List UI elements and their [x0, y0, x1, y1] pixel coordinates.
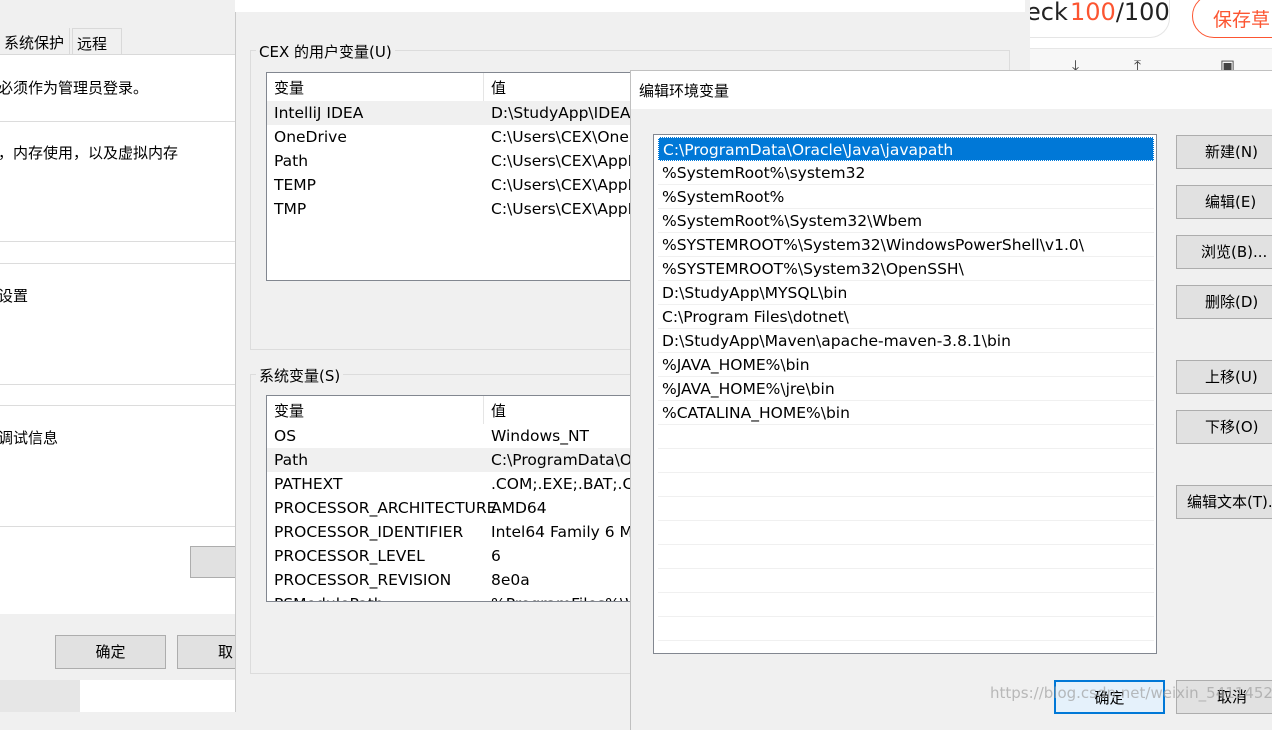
list-item[interactable]: PROCESSOR_LEVEL 6 [267, 544, 635, 568]
divider [0, 526, 236, 527]
path-entry[interactable]: %SystemRoot%\System32\Wbem [658, 209, 1154, 233]
path-entry[interactable]: %SystemRoot%\system32 [658, 161, 1154, 185]
move-up-button[interactable]: 上移(U) [1176, 360, 1272, 394]
startup-recovery-description: 调试信息 [0, 429, 59, 447]
list-item[interactable]: PROCESSOR_IDENTIFIER Intel64 Family 6 Mo [267, 520, 635, 544]
column-header-value[interactable]: 值 [484, 396, 635, 424]
user-variables-title: CEX 的用户变量(U) [256, 41, 395, 62]
window-top-strip [235, 0, 1025, 12]
move-down-button[interactable]: 下移(O) [1176, 410, 1272, 444]
path-entry[interactable]: %SystemRoot% [658, 185, 1154, 209]
new-button[interactable]: 新建(N) [1176, 135, 1272, 169]
column-header-value[interactable]: 值 [484, 73, 635, 101]
empty-row[interactable] [658, 473, 1154, 497]
window-title: 编辑环境变量 [639, 82, 730, 100]
edit-button[interactable]: 编辑(E) [1176, 185, 1272, 219]
divider [0, 121, 236, 122]
list-item[interactable]: PSModulePath%ProgramFiles%\W [267, 592, 635, 601]
article-title-fragment: eck [1026, 0, 1068, 26]
list-header: 变量 值 [267, 73, 635, 101]
path-entry[interactable]: D:\StudyApp\Maven\apache-maven-3.8.1\bin [658, 329, 1154, 353]
list-item[interactable]: PATHEXT .COM;.EXE;.BAT;.CM [267, 472, 635, 496]
divider [0, 405, 236, 406]
environment-variables-button[interactable] [190, 546, 240, 578]
performance-description: ，内存使用，以及虚拟内存 [0, 144, 179, 162]
list-header: 变量 值 [267, 396, 635, 424]
path-entry[interactable]: C:\ProgramData\Oracle\Java\javapath [658, 137, 1154, 161]
empty-row[interactable] [658, 569, 1154, 593]
word-count: 100/100 [1070, 0, 1170, 26]
admin-note: 必须作为管理员登录。 [0, 79, 149, 97]
divider [0, 241, 236, 242]
edit-text-button[interactable]: 编辑文本(T)... [1176, 485, 1272, 519]
empty-row[interactable] [658, 521, 1154, 545]
system-properties-ok-button[interactable]: 确定 [55, 635, 166, 669]
path-entry[interactable]: %SYSTEMROOT%\System32\OpenSSH\ [658, 257, 1154, 281]
system-variables-title: 系统变量(S) [256, 365, 344, 386]
tab-system-protection[interactable]: 系统保护 [0, 28, 70, 55]
path-entry[interactable]: C:\Program Files\dotnet\ [658, 305, 1154, 329]
list-item[interactable]: Path C:\ProgramData\Or [267, 448, 635, 472]
path-entry[interactable]: %CATALINA_HOME%\bin [658, 401, 1154, 425]
browse-button[interactable]: 浏览(B)... [1176, 235, 1272, 269]
list-item[interactable]: PROCESSOR_ARCHITECTURE AMD64 [267, 496, 635, 520]
taskbar-fragment-dark [0, 680, 80, 712]
list-item[interactable]: PROCESSOR_REVISION 8e0a [267, 568, 635, 592]
system-variables-list[interactable]: 变量 值 OS Windows_NT Path C:\ProgramData\Or … [266, 395, 636, 602]
word-count-total: /100 [1115, 0, 1170, 26]
empty-row[interactable] [658, 425, 1154, 449]
save-draft-button[interactable]: 保存草 [1192, 0, 1272, 38]
system-properties-panel [0, 54, 236, 614]
divider [0, 263, 236, 264]
path-entry[interactable]: %SYSTEMROOT%\System32\WindowsPowerShell\… [658, 233, 1154, 257]
path-entries-list[interactable]: C:\ProgramData\Oracle\Java\javapath %Sys… [653, 134, 1157, 654]
empty-row[interactable] [658, 617, 1154, 641]
path-entry[interactable]: %JAVA_HOME%\jre\bin [658, 377, 1154, 401]
column-header-variable[interactable]: 变量 [267, 396, 484, 424]
list-item[interactable]: OS Windows_NT [267, 424, 635, 448]
watermark: https://blog.csdn.net/weixin_54114529 [990, 684, 1272, 702]
list-item[interactable]: Path C:\Users\CEX\AppD [267, 149, 635, 173]
delete-button[interactable]: 删除(D) [1176, 285, 1272, 319]
empty-row[interactable] [658, 497, 1154, 521]
word-count-current: 100 [1070, 0, 1116, 26]
list-item[interactable]: TMP C:\Users\CEX\AppD [267, 197, 635, 221]
empty-row[interactable] [658, 449, 1154, 473]
column-header-variable[interactable]: 变量 [267, 73, 484, 101]
user-profile-description: 设置 [0, 287, 29, 305]
user-variables-list[interactable]: 变量 值 IntelliJ IDEA D:\StudyApp\IDEA\ OneD… [266, 72, 636, 281]
empty-row[interactable] [658, 593, 1154, 617]
list-item[interactable]: TEMP C:\Users\CEX\AppD [267, 173, 635, 197]
tab-remote[interactable]: 远程 [72, 28, 122, 55]
list-item[interactable]: OneDrive C:\Users\CEX\OneD [267, 125, 635, 149]
path-entry[interactable]: D:\StudyApp\MYSQL\bin [658, 281, 1154, 305]
list-item[interactable]: IntelliJ IDEA D:\StudyApp\IDEA\ [267, 101, 635, 125]
empty-row[interactable] [658, 545, 1154, 569]
path-entry[interactable]: %JAVA_HOME%\bin [658, 353, 1154, 377]
divider [0, 384, 236, 385]
